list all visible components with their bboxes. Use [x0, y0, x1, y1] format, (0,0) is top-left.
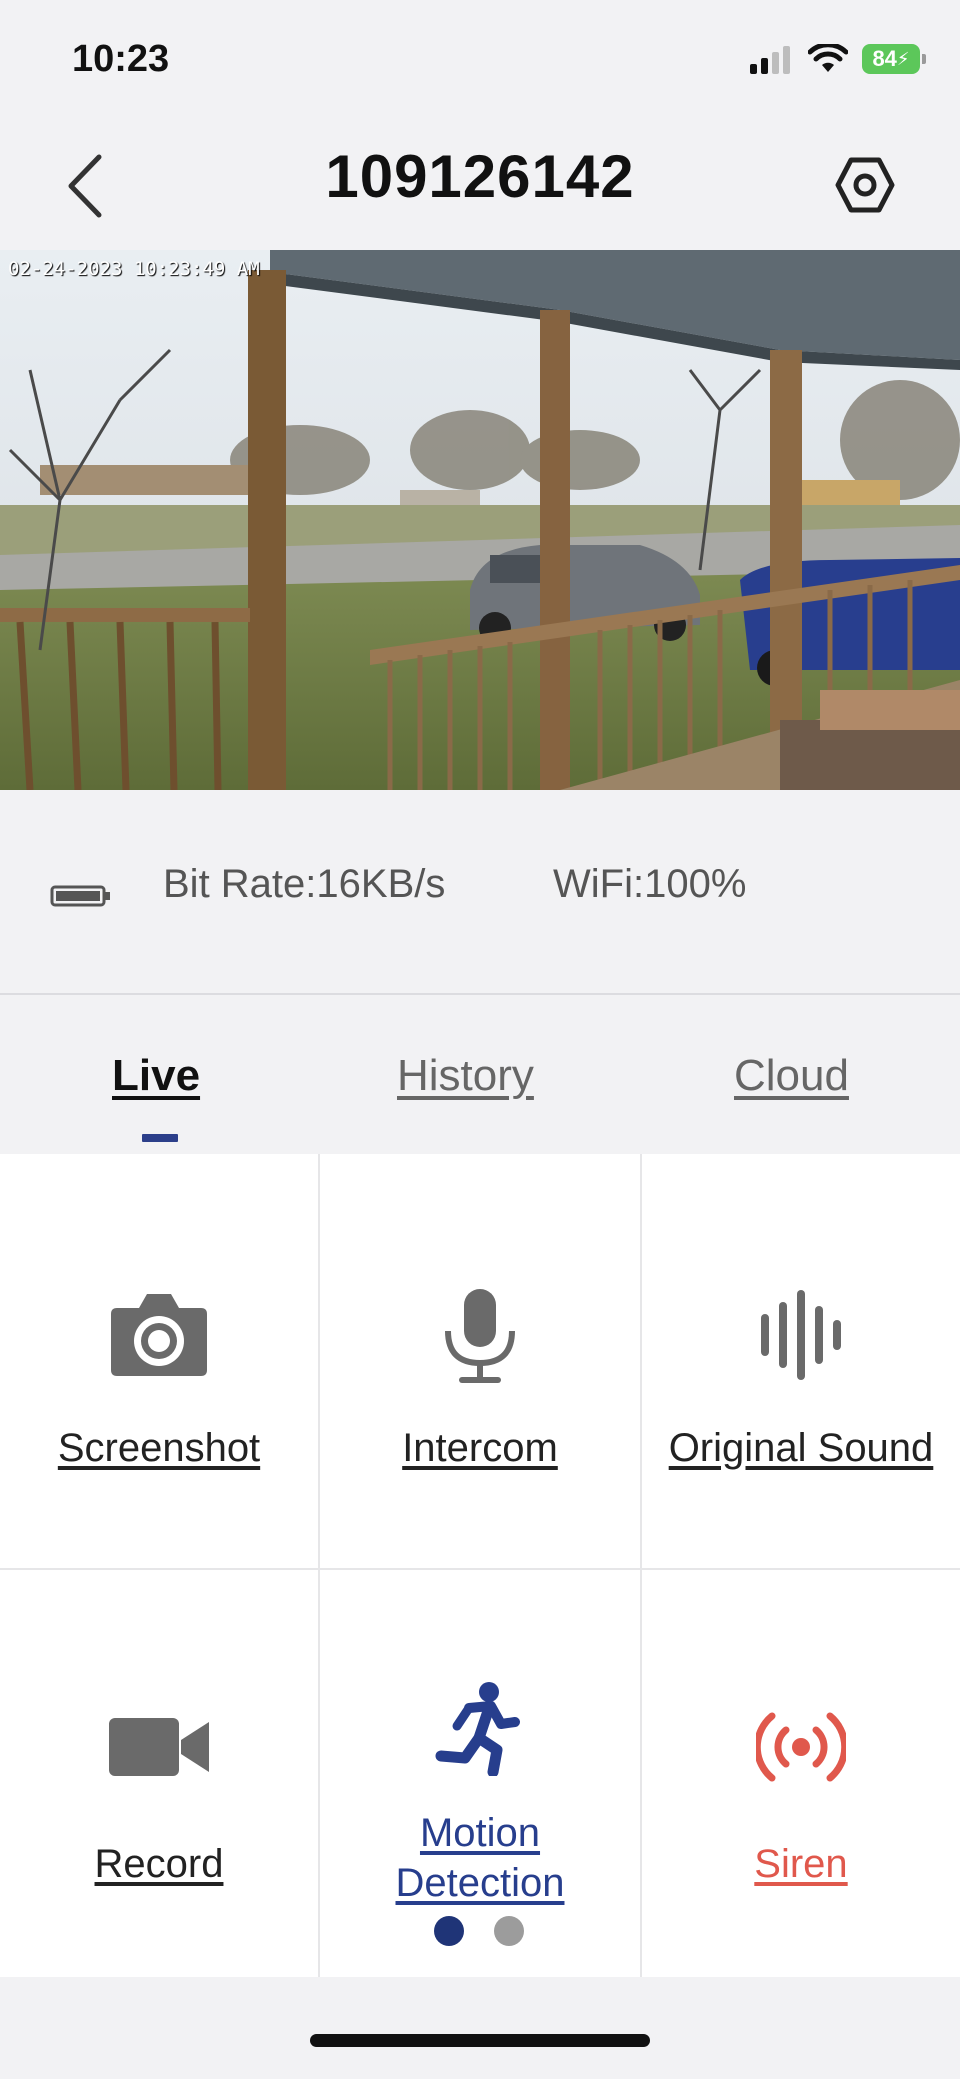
status-bar: 10:23 84 ⚡ [0, 0, 960, 120]
status-icons: 84 ⚡ [750, 44, 926, 74]
settings-hexagon-icon [835, 157, 895, 213]
running-person-icon [435, 1682, 520, 1776]
device-battery-icon [50, 885, 110, 907]
siren-icon [756, 1712, 846, 1782]
bottom-safe-area [0, 1977, 960, 2079]
tab-cloud[interactable]: Cloud [734, 1051, 849, 1101]
microphone-icon [445, 1289, 515, 1383]
original-sound-label: Original Sound [668, 1426, 934, 1470]
stream-info-bar: Bit Rate:16KB/s WiFi:100% [0, 790, 960, 995]
controls-grid: Screenshot Intercom Original Sound Recor… [0, 1154, 960, 1977]
porch-camera-image [0, 250, 960, 790]
sound-wave-icon [761, 1290, 841, 1380]
motion-detection-label: Motion Detection [395, 1811, 565, 1905]
navigation-bar: 109126142 [0, 120, 960, 250]
screenshot-label: Screenshot [57, 1426, 261, 1470]
live-video-feed[interactable]: 02-24-2023 10:23:49 AM [0, 250, 960, 790]
siren-button[interactable]: Siren [642, 1570, 960, 1977]
wifi-strength-text: WiFi:100% [553, 862, 747, 906]
record-label: Record [94, 1842, 224, 1886]
camera-icon [111, 1294, 207, 1376]
siren-label: Siren [754, 1842, 848, 1886]
screenshot-button[interactable]: Screenshot [0, 1154, 320, 1570]
view-tabs: Live History Cloud [0, 997, 960, 1154]
page-indicator[interactable] [434, 1916, 524, 1946]
active-tab-indicator [142, 1134, 178, 1142]
wifi-signal-icon [808, 44, 848, 72]
charging-bolt-icon: ⚡ [896, 48, 910, 69]
video-camera-icon [109, 1718, 209, 1776]
status-time: 10:23 [72, 38, 170, 80]
bit-rate-text: Bit Rate:16KB/s [163, 862, 446, 906]
original-sound-button[interactable]: Original Sound [642, 1154, 960, 1570]
battery-level: 84 [872, 46, 897, 71]
tab-live[interactable]: Live [112, 1051, 200, 1101]
video-timestamp: 02-24-2023 10:23:49 AM [8, 258, 260, 280]
page-dot-1[interactable] [434, 1916, 464, 1946]
page-title: 109126142 [325, 143, 635, 210]
home-indicator[interactable] [310, 2034, 650, 2047]
cellular-signal-icon [750, 46, 790, 74]
tab-history[interactable]: History [397, 1051, 534, 1101]
page-dot-2[interactable] [494, 1916, 524, 1946]
intercom-button[interactable]: Intercom [320, 1154, 642, 1570]
settings-button[interactable] [830, 150, 900, 220]
battery-indicator: 84 ⚡ [862, 44, 926, 74]
intercom-label: Intercom [402, 1426, 558, 1470]
record-button[interactable]: Record [0, 1570, 320, 1977]
